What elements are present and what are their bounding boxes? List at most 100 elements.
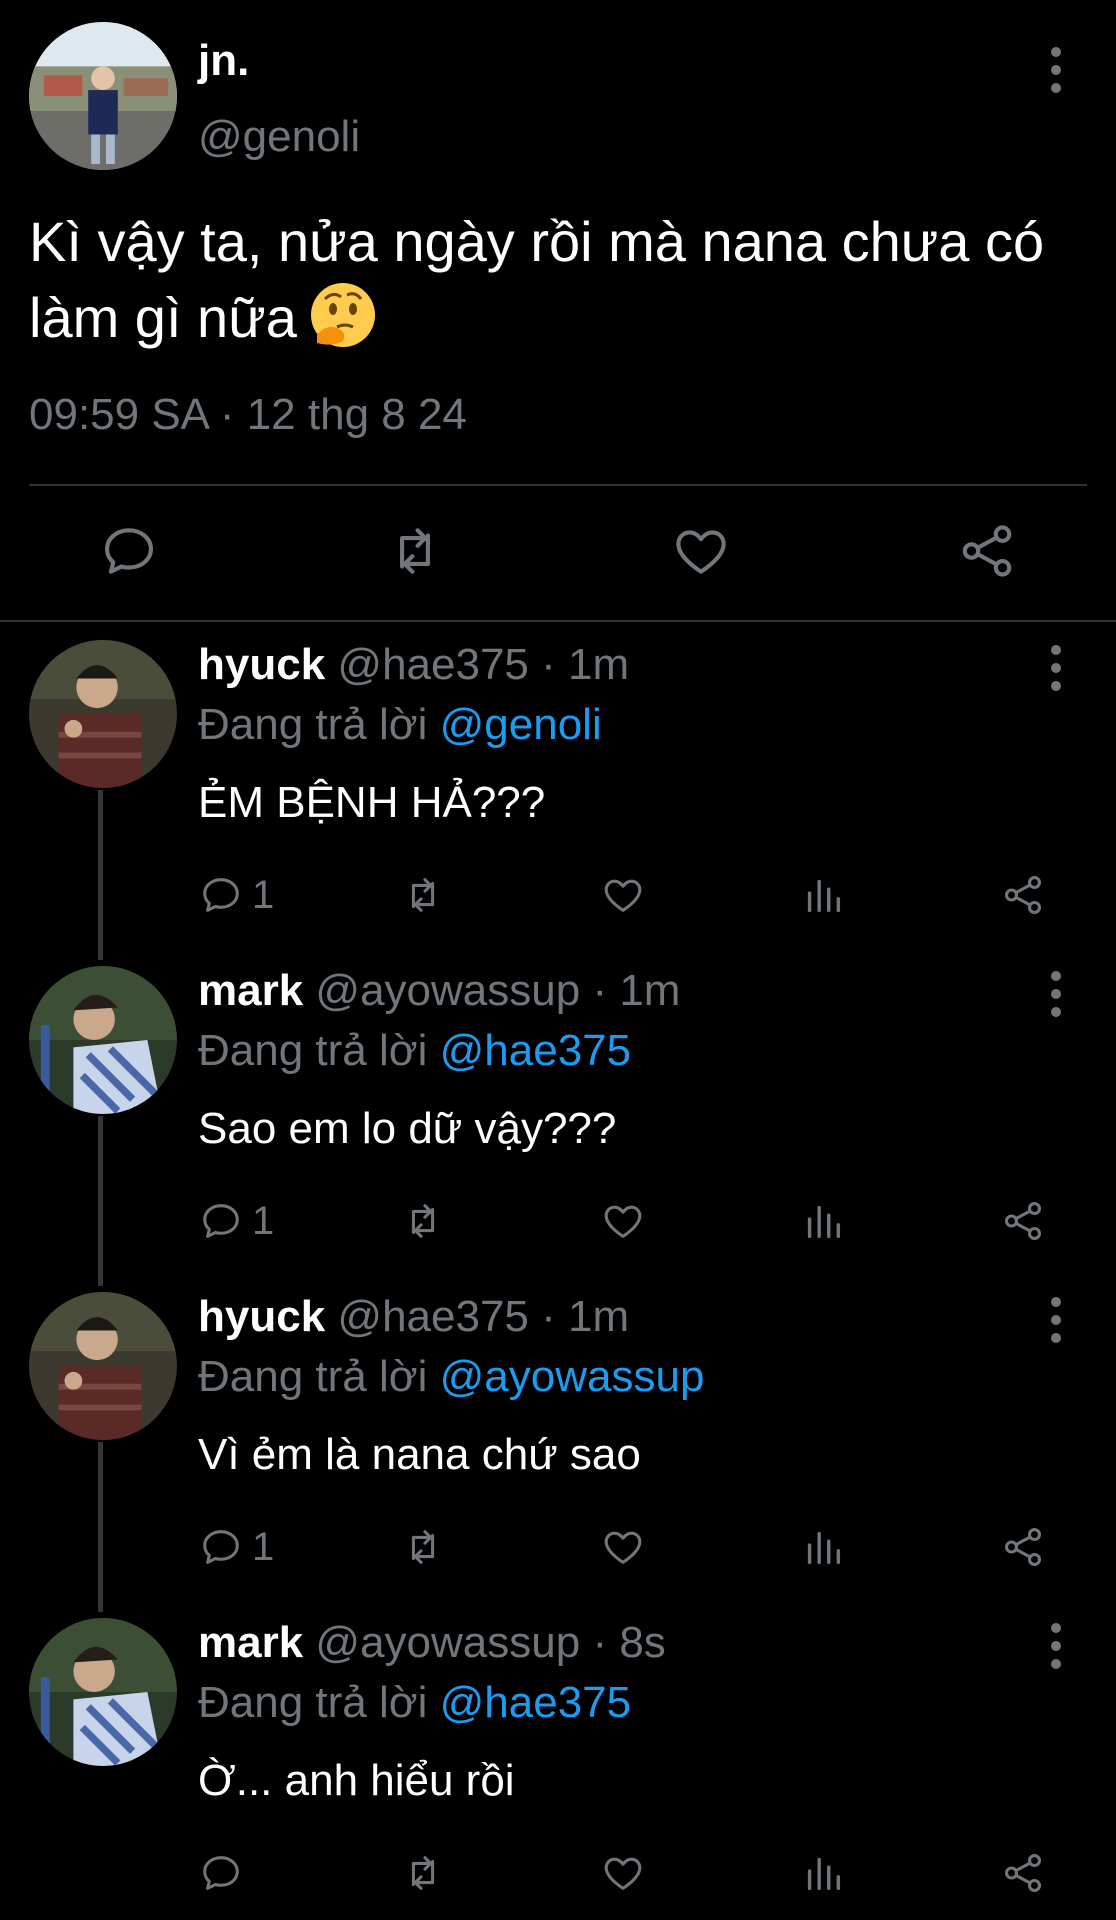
replying-to-label: Đang trả lời [198, 700, 428, 749]
reply-author-name[interactable]: hyuck [198, 640, 325, 689]
reply-author-name[interactable]: mark [198, 1618, 303, 1667]
tweet-timestamp: 09:59 SA · 12 thg 8 24 [29, 390, 467, 439]
views-button[interactable] [800, 1848, 846, 1898]
thread-line [98, 790, 103, 960]
heart-icon [604, 1857, 642, 1890]
views-button[interactable] [800, 1522, 846, 1572]
share-button[interactable] [1000, 870, 1046, 920]
reply-count: 1 [252, 1524, 275, 1569]
reply-author-name[interactable]: mark [198, 966, 303, 1015]
replying-to-label: Đang trả lời [198, 1352, 428, 1401]
retweet-icon [411, 1530, 435, 1564]
share-button[interactable] [1000, 1522, 1046, 1572]
replying-to: Đang trả lời @ayowassup [198, 1352, 704, 1402]
reply-button[interactable] [98, 520, 160, 582]
reply-icon [203, 1204, 239, 1238]
like-button[interactable] [600, 1848, 646, 1898]
reply-avatar[interactable] [29, 1292, 177, 1440]
reply-button[interactable] [198, 1848, 252, 1898]
share-icon [1004, 1202, 1042, 1240]
like-button[interactable] [600, 1522, 646, 1572]
retweet-icon [400, 528, 430, 574]
reply-button[interactable]: 1 [198, 1196, 274, 1246]
replying-to-label: Đang trả lời [198, 1678, 428, 1727]
replying-to: Đang trả lời @hae375 [198, 1678, 631, 1728]
reply-text: Sao em lo dữ vậy??? [198, 1104, 617, 1153]
main-tweet-text: Kì vậy ta, nửa ngày rồi mà nana chưa có … [29, 204, 1089, 355]
replying-to-mention[interactable]: @ayowassup [440, 1352, 705, 1401]
reply-button[interactable]: 1 [198, 1522, 274, 1572]
retweet-icon [411, 878, 435, 912]
thread-line [98, 1116, 103, 1286]
reply-avatar[interactable] [29, 966, 177, 1114]
bar-chart-icon [807, 879, 841, 913]
reply-icon [203, 1856, 239, 1890]
bar-chart-icon [807, 1531, 841, 1565]
views-button[interactable] [800, 1196, 846, 1246]
reply-icon [203, 878, 239, 912]
reply-count: 1 [252, 872, 275, 917]
reply-author-meta[interactable]: @ayowassup · 1m [315, 966, 680, 1015]
more-options-icon[interactable] [1041, 40, 1071, 100]
retweet-button[interactable] [400, 1196, 446, 1246]
replying-to-mention[interactable]: @genoli [440, 700, 602, 749]
more-options-icon[interactable] [1041, 964, 1071, 1024]
reply-icon [104, 528, 154, 574]
share-icon [1004, 1854, 1042, 1892]
replying-to: Đang trả lời @genoli [198, 700, 602, 750]
more-options-icon[interactable] [1041, 1290, 1071, 1350]
reply-author-meta[interactable]: @ayowassup · 8s [315, 1618, 665, 1667]
reply-text: Ờ... anh hiểu rồi [198, 1756, 515, 1805]
reply-author-name[interactable]: hyuck [198, 1292, 325, 1341]
reply-avatar[interactable] [29, 1618, 177, 1766]
reply-icon [203, 1530, 239, 1564]
reply-text: Vì ẻm là nana chứ sao [198, 1430, 641, 1479]
replying-to-mention[interactable]: @hae375 [440, 1678, 632, 1727]
share-button[interactable] [1000, 1848, 1046, 1898]
retweet-button[interactable] [384, 520, 446, 582]
divider [0, 620, 1116, 622]
reply-header: mark @ayowassup · 8s [198, 1618, 666, 1668]
views-button[interactable] [800, 870, 846, 920]
replying-to-label: Đang trả lời [198, 1026, 428, 1075]
more-options-icon[interactable] [1041, 1616, 1071, 1676]
heart-icon [604, 1205, 642, 1238]
replying-to-mention[interactable]: @hae375 [440, 1026, 632, 1075]
reply-header: hyuck @hae375 · 1m [198, 1292, 629, 1342]
reply-count: 1 [252, 1198, 275, 1243]
share-icon [1004, 876, 1042, 914]
heart-icon [676, 530, 726, 574]
main-author-avatar[interactable] [29, 22, 177, 170]
reply-button[interactable]: 1 [198, 870, 274, 920]
share-icon [962, 525, 1012, 577]
more-options-icon[interactable] [1041, 638, 1071, 698]
reply-header: mark @ayowassup · 1m [198, 966, 680, 1016]
share-button[interactable] [956, 520, 1018, 582]
share-icon [1004, 1528, 1042, 1566]
bar-chart-icon [807, 1205, 841, 1239]
reply-header: hyuck @hae375 · 1m [198, 640, 629, 690]
reply-avatar[interactable] [29, 640, 177, 788]
like-button[interactable] [600, 1196, 646, 1246]
bar-chart-icon [807, 1857, 841, 1891]
replying-to: Đang trả lời @hae375 [198, 1026, 631, 1076]
main-author-handle[interactable]: @genoli [198, 112, 360, 162]
reply-author-meta[interactable]: @hae375 · 1m [337, 640, 629, 689]
thinking-face-emoji-icon [307, 279, 379, 351]
retweet-button[interactable] [400, 1522, 446, 1572]
reply-author-meta[interactable]: @hae375 · 1m [337, 1292, 629, 1341]
thread-line [98, 1442, 103, 1612]
retweet-button[interactable] [400, 870, 446, 920]
retweet-icon [411, 1204, 435, 1238]
heart-icon [604, 879, 642, 912]
retweet-icon [411, 1856, 435, 1890]
share-button[interactable] [1000, 1196, 1046, 1246]
reply-text: ẺM BỆNH HẢ??? [198, 778, 546, 827]
retweet-button[interactable] [400, 1848, 446, 1898]
divider [29, 484, 1087, 486]
like-button[interactable] [670, 520, 732, 582]
like-button[interactable] [600, 870, 646, 920]
main-author-name[interactable]: jn. [198, 36, 249, 86]
heart-icon [604, 1531, 642, 1564]
main-tweet-body: Kì vậy ta, nửa ngày rồi mà nana chưa có … [29, 210, 1045, 349]
